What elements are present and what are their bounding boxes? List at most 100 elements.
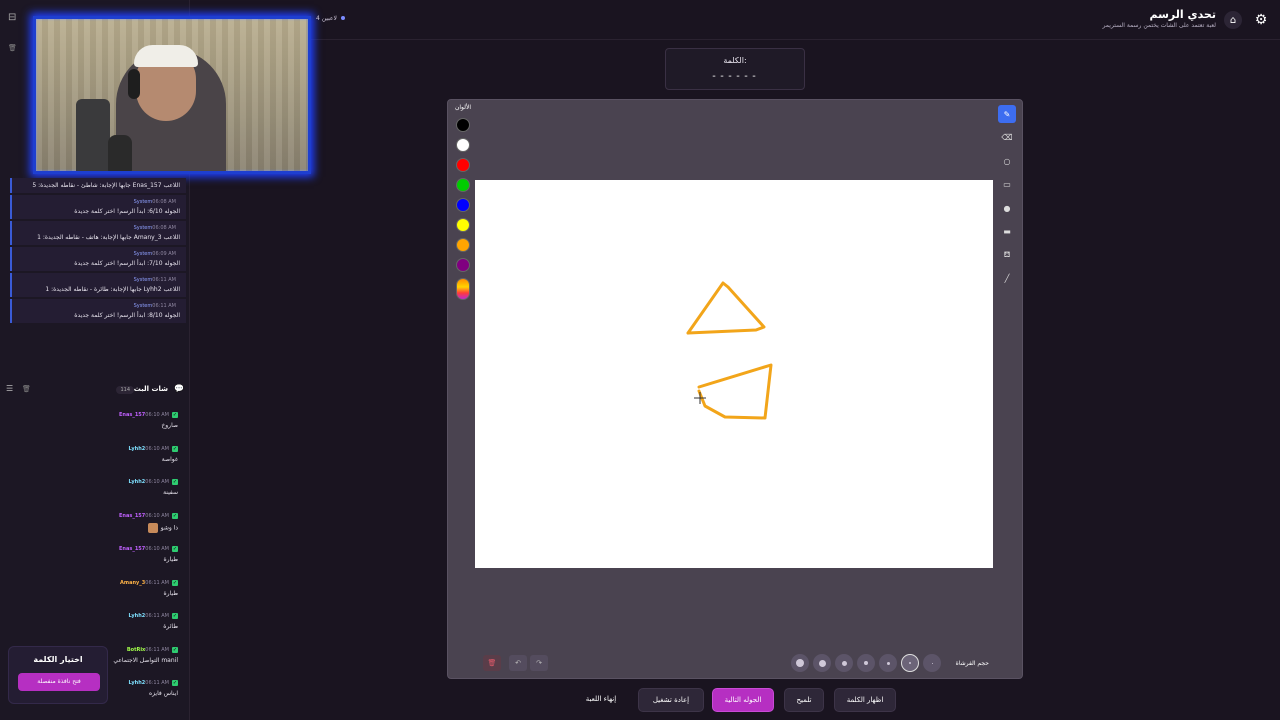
brush-size-sm[interactable] bbox=[857, 654, 875, 672]
chat-username: Lyhh2 bbox=[128, 479, 146, 485]
chat-username: Lyhh2 bbox=[128, 445, 146, 452]
word-picker-panel: اختيار الكلمة فتح نافذة منفصلة bbox=[8, 646, 108, 704]
color-swatch[interactable] bbox=[456, 218, 470, 232]
circle-icon[interactable]: ○ bbox=[998, 152, 1016, 170]
chat-meta: ✓ Amany_306:11 AM bbox=[0, 579, 178, 586]
gear-icon[interactable]: ⚙ bbox=[1252, 11, 1270, 29]
drawn-shape-stroke bbox=[697, 363, 773, 420]
brush-size-label: حجم الفرشاة bbox=[955, 660, 989, 667]
sidebar-toggle-icon[interactable]: ⊟ bbox=[8, 12, 16, 23]
drawn-triangle-stroke bbox=[686, 281, 766, 335]
chat-message: ✓ Lyhh206:10 AM غواصة bbox=[0, 445, 182, 480]
word-label: الكلمة: bbox=[723, 56, 747, 65]
webcam-overlay bbox=[33, 16, 311, 174]
pencil-icon[interactable]: ✎ bbox=[998, 105, 1016, 123]
chat-text: طائرة bbox=[163, 623, 178, 630]
filled-rectangle-icon[interactable]: ▬ bbox=[998, 223, 1016, 241]
word-display: الكلمة: ------ bbox=[665, 48, 805, 90]
chat-text: طيارة bbox=[163, 589, 178, 597]
color-palette bbox=[456, 118, 470, 300]
chat-meta: ✓ Enas_15706:10 AM bbox=[0, 412, 178, 418]
chat-message: ✓ Amany_306:11 AM طيارة bbox=[0, 579, 182, 614]
home-icon[interactable]: ⌂ bbox=[1224, 11, 1242, 29]
user-badge-icon: ✓ bbox=[172, 546, 178, 552]
color-swatch[interactable] bbox=[456, 258, 470, 272]
chat-message: ✓ Enas_15706:10 AM طيارة bbox=[0, 546, 182, 580]
system-log-meta: System06:09 AM bbox=[133, 251, 176, 257]
chat-time: 06:10 AM bbox=[145, 445, 169, 452]
color-swatch[interactable] bbox=[456, 118, 470, 132]
chat-username: Amany_3 bbox=[120, 579, 146, 586]
filter-icon[interactable]: ☰ bbox=[6, 384, 13, 393]
redo-button[interactable]: ↷ bbox=[530, 655, 548, 671]
user-badge-icon: ✓ bbox=[172, 680, 178, 686]
hint-button[interactable]: تلميح bbox=[784, 688, 824, 712]
color-swatch[interactable] bbox=[456, 158, 470, 172]
clear-chat-icon[interactable]: 🗑 bbox=[22, 385, 31, 393]
chat-text: سفينة bbox=[163, 489, 178, 496]
rectangle-icon[interactable]: ▭ bbox=[998, 176, 1016, 194]
filled-circle-icon[interactable]: ● bbox=[998, 199, 1016, 217]
end-game-button[interactable]: إنهاء اللعبة bbox=[570, 688, 632, 712]
color-swatch[interactable] bbox=[456, 178, 470, 192]
user-badge-icon: ✓ bbox=[172, 646, 178, 653]
chat-text: صاروخ bbox=[161, 422, 178, 429]
chat-time: 06:11 AM bbox=[145, 680, 169, 686]
brush-size-min[interactable] bbox=[923, 654, 941, 672]
chat-time: 06:10 AM bbox=[145, 479, 169, 485]
chat-time: 06:10 AM bbox=[145, 512, 169, 519]
user-badge-icon: ✓ bbox=[172, 613, 178, 619]
clear-canvas-button[interactable]: 🗑 bbox=[483, 655, 501, 671]
brush-size-xxs[interactable] bbox=[901, 654, 919, 672]
user-badge-icon: ✓ bbox=[172, 412, 178, 418]
drawing-strokes bbox=[686, 281, 773, 420]
restart-button[interactable]: إعادة تشغيل bbox=[638, 688, 704, 712]
online-dot-icon bbox=[340, 16, 345, 20]
chat-text: ذا وشو bbox=[0, 522, 178, 533]
user-badge-icon: ✓ bbox=[172, 479, 178, 485]
chat-meta: ✓ Lyhh206:10 AM bbox=[0, 479, 178, 485]
chat-meta: ✓ Lyhh206:10 AM bbox=[0, 445, 178, 452]
color-swatch[interactable] bbox=[456, 198, 470, 212]
chat-meta: ✓ Enas_15706:10 AM bbox=[0, 546, 178, 552]
color-swatch[interactable] bbox=[456, 138, 470, 152]
chat-time: 06:11 AM bbox=[145, 579, 169, 586]
brush-size-xs[interactable] bbox=[879, 654, 897, 672]
fill-bucket-icon[interactable]: ⛾ bbox=[998, 246, 1016, 264]
open-popup-button[interactable]: فتح نافذة منفصلة bbox=[18, 673, 100, 691]
chat-username: BotRix bbox=[126, 646, 146, 653]
next-round-button[interactable]: الجوله التالية bbox=[712, 688, 774, 712]
eraser-icon[interactable]: ⌫ bbox=[998, 129, 1016, 147]
show-word-button[interactable]: اظهار الكلمة bbox=[834, 688, 896, 712]
system-log-text: الجوله 8/10: ابدأ الرسم! اختر كلمة جديدة bbox=[74, 312, 180, 319]
system-log-entry: اللاعب Enas_157 جابها الإجابة: شاطئ - نق… bbox=[10, 178, 186, 193]
players-count: 4 لاعبين bbox=[316, 15, 345, 22]
crosshair-cursor-icon bbox=[694, 392, 706, 404]
drawing-canvas[interactable] bbox=[475, 180, 993, 568]
system-log-text: الجوله 6/10: ابدأ الرسم! اختر كلمة جديدة bbox=[74, 208, 180, 215]
chat-meta: ✓ Enas_15706:10 AM bbox=[0, 512, 178, 519]
undo-button[interactable]: ↶ bbox=[509, 655, 527, 671]
chat-time: 06:10 AM bbox=[145, 412, 169, 418]
colors-label: الألوان bbox=[454, 104, 472, 111]
system-log-text: اللاعب Lyhh2 جابها الإجابة: طائرة - نقاط… bbox=[45, 286, 180, 293]
brush-size-xl[interactable] bbox=[791, 654, 809, 672]
canvas-bottom-toolbar: 🗑 ↶ ↷ حجم الفرشاة bbox=[475, 650, 993, 676]
system-log-entry: System06:09 AM الجوله 7/10: ابدأ الرسم! … bbox=[10, 247, 186, 271]
system-log-meta: System06:11 AM bbox=[133, 277, 176, 283]
chat-username: Lyhh2 bbox=[128, 613, 146, 619]
chat-username: Enas_157 bbox=[119, 512, 146, 519]
custom-color-icon[interactable] bbox=[456, 278, 470, 300]
brush-size-lg[interactable] bbox=[813, 654, 831, 672]
user-badge-icon: ✓ bbox=[172, 445, 178, 452]
chat-time: 06:11 AM bbox=[145, 646, 169, 653]
app-title: تحدي الرسم bbox=[1149, 8, 1216, 21]
color-swatch[interactable] bbox=[456, 238, 470, 252]
chat-text: غواصة bbox=[161, 455, 178, 463]
system-log-meta: System06:08 AM bbox=[133, 199, 176, 205]
chat-title: شات البث bbox=[133, 385, 168, 393]
trash-icon[interactable]: 🗑 bbox=[8, 44, 17, 52]
chat-time: 06:11 AM bbox=[145, 613, 169, 619]
brush-size-md[interactable] bbox=[835, 654, 853, 672]
line-icon[interactable]: ╱ bbox=[998, 270, 1016, 288]
